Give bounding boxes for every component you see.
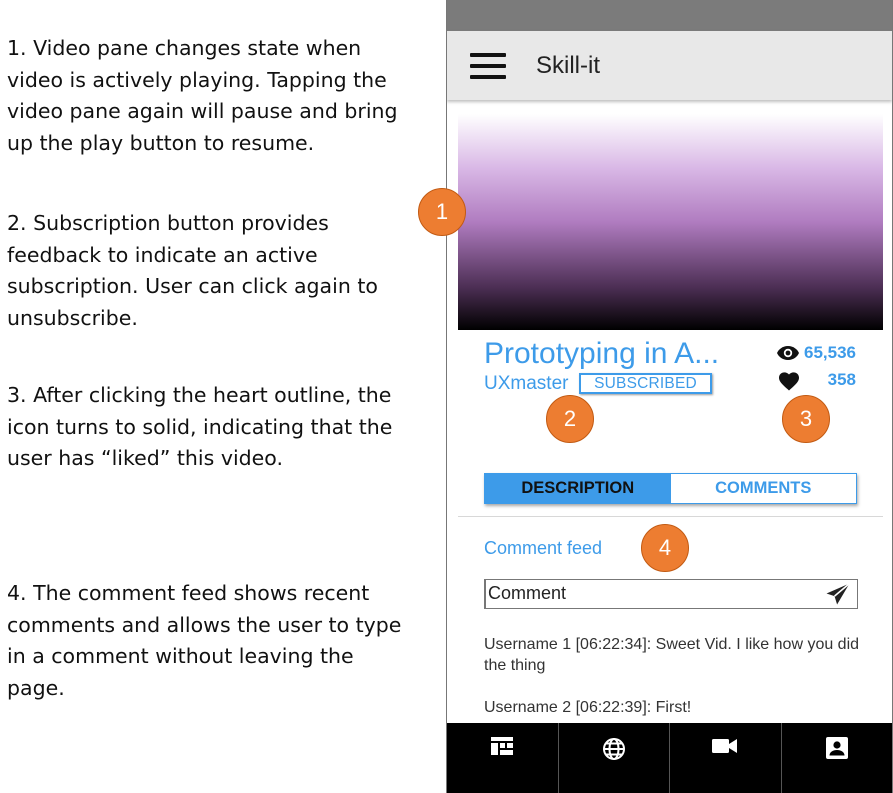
callout-1: 1 — [418, 188, 466, 236]
profile-icon — [825, 737, 848, 759]
send-icon[interactable] — [825, 582, 851, 606]
video-title: Prototyping in A... — [484, 337, 720, 370]
app-title: Skill-it — [536, 51, 600, 79]
channel-name[interactable]: UXmaster — [484, 373, 568, 395]
nav-video[interactable] — [670, 723, 782, 793]
nav-profile[interactable] — [782, 723, 893, 793]
view-count-value: 65,536 — [804, 343, 856, 362]
like-count: 358 — [779, 370, 856, 391]
note-3: 3. After clicking the heart outline, the… — [7, 383, 393, 470]
app-bar: Skill-it — [447, 31, 892, 100]
tab-bar: DESCRIPTION COMMENTS — [484, 473, 857, 504]
comment-feed-label: Comment feed — [484, 538, 603, 558]
nav-dashboard[interactable] — [447, 723, 559, 793]
view-count: 65,536 — [776, 343, 856, 363]
heart-solid-icon[interactable] — [778, 371, 800, 391]
bottom-nav — [447, 723, 892, 793]
comment-field — [484, 579, 858, 609]
note-2: 2. Subscription button provides feedback… — [7, 211, 378, 330]
note-1: 1. Video pane changes state when video i… — [7, 36, 398, 155]
note-4: 4. The comment feed shows recent comment… — [7, 581, 402, 700]
status-bar — [447, 0, 892, 31]
tab-comments[interactable]: COMMENTS — [670, 474, 856, 503]
like-count-value: 358 — [827, 370, 856, 389]
divider — [458, 516, 883, 517]
hamburger-icon[interactable] — [470, 52, 506, 79]
subscribe-button[interactable]: SUBSCRIBED — [579, 373, 712, 394]
comment-item: Username 1 [06:22:34]: Sweet Vid. I like… — [484, 636, 860, 674]
dashboard-icon — [491, 737, 514, 755]
video-camera-icon — [712, 739, 738, 753]
video-pane[interactable] — [458, 114, 883, 330]
callout-4: 4 — [641, 524, 689, 572]
nav-globe[interactable] — [559, 723, 670, 793]
eye-icon — [777, 346, 799, 360]
comment-item: Username 2 [06:22:39]: First! — [484, 699, 692, 716]
callout-3: 3 — [782, 395, 830, 443]
globe-icon — [602, 738, 625, 760]
callout-2: 2 — [546, 395, 594, 443]
phone-mockup: Skill-it Prototyping in A... 65,536 358 … — [446, 0, 893, 793]
comment-input[interactable] — [488, 580, 808, 606]
tab-description[interactable]: DESCRIPTION — [485, 474, 671, 503]
